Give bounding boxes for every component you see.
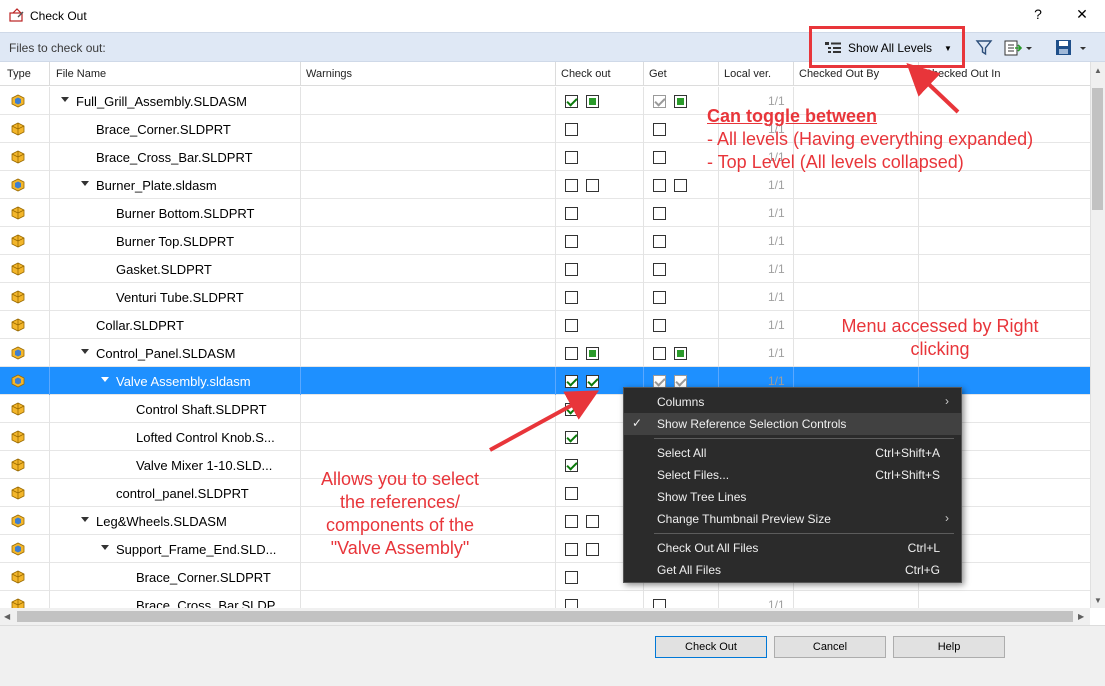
annotation-arrows bbox=[489, 62, 960, 452]
arrow-to-levels-button bbox=[906, 62, 960, 114]
arrow-to-valve-checkboxes bbox=[489, 390, 600, 452]
